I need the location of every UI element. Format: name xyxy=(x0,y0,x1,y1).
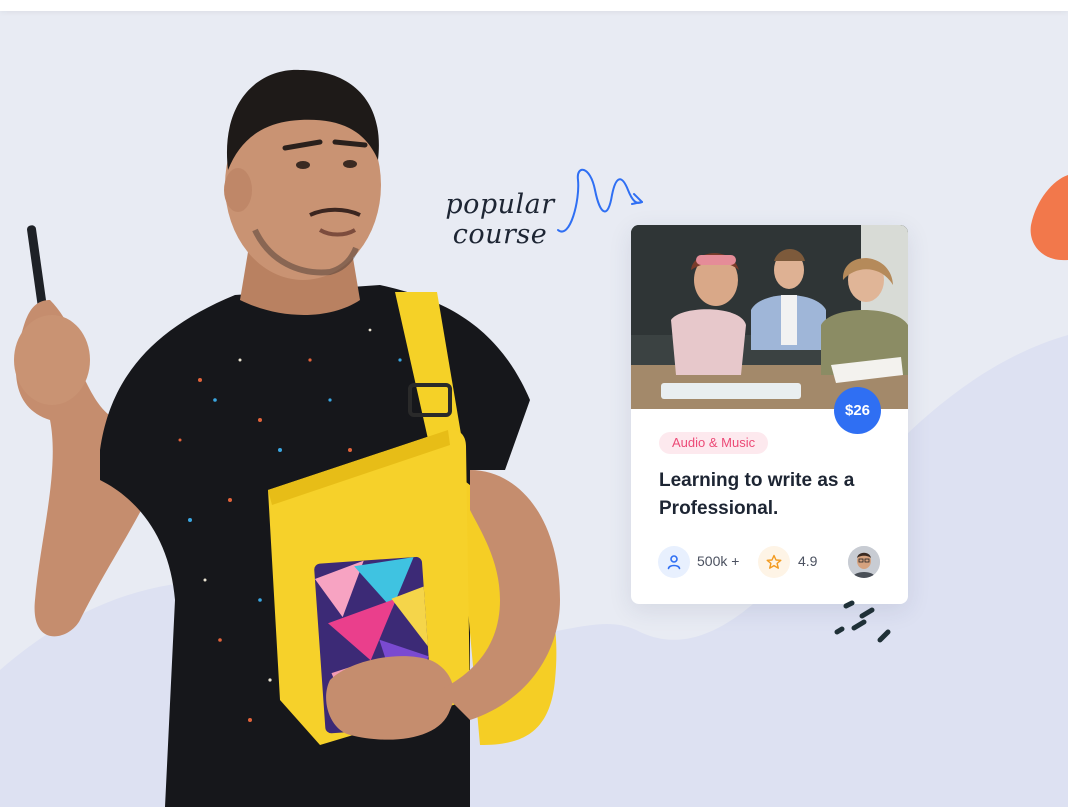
course-image xyxy=(631,225,908,409)
popular-course-note: popular course xyxy=(440,190,560,250)
decorative-dashes xyxy=(834,600,891,643)
course-title[interactable]: Learning to write as a Professional. xyxy=(659,467,889,523)
course-card[interactable]: $26 Audio & Music Learning to write as a… xyxy=(631,225,908,604)
category-tag[interactable]: Audio & Music xyxy=(659,432,769,454)
popular-note-line2: course xyxy=(452,219,548,250)
star-icon xyxy=(758,546,790,578)
user-icon xyxy=(658,546,690,578)
student-photo xyxy=(14,69,560,807)
instructor-avatar[interactable] xyxy=(848,546,880,578)
course-stats: 500k + 4.9 xyxy=(658,546,882,578)
students-count: 500k + xyxy=(697,553,740,569)
price-badge: $26 xyxy=(834,387,881,434)
orange-blob xyxy=(1030,175,1068,261)
popular-note-line1: popular xyxy=(445,189,555,220)
rating-value: 4.9 xyxy=(798,553,818,569)
